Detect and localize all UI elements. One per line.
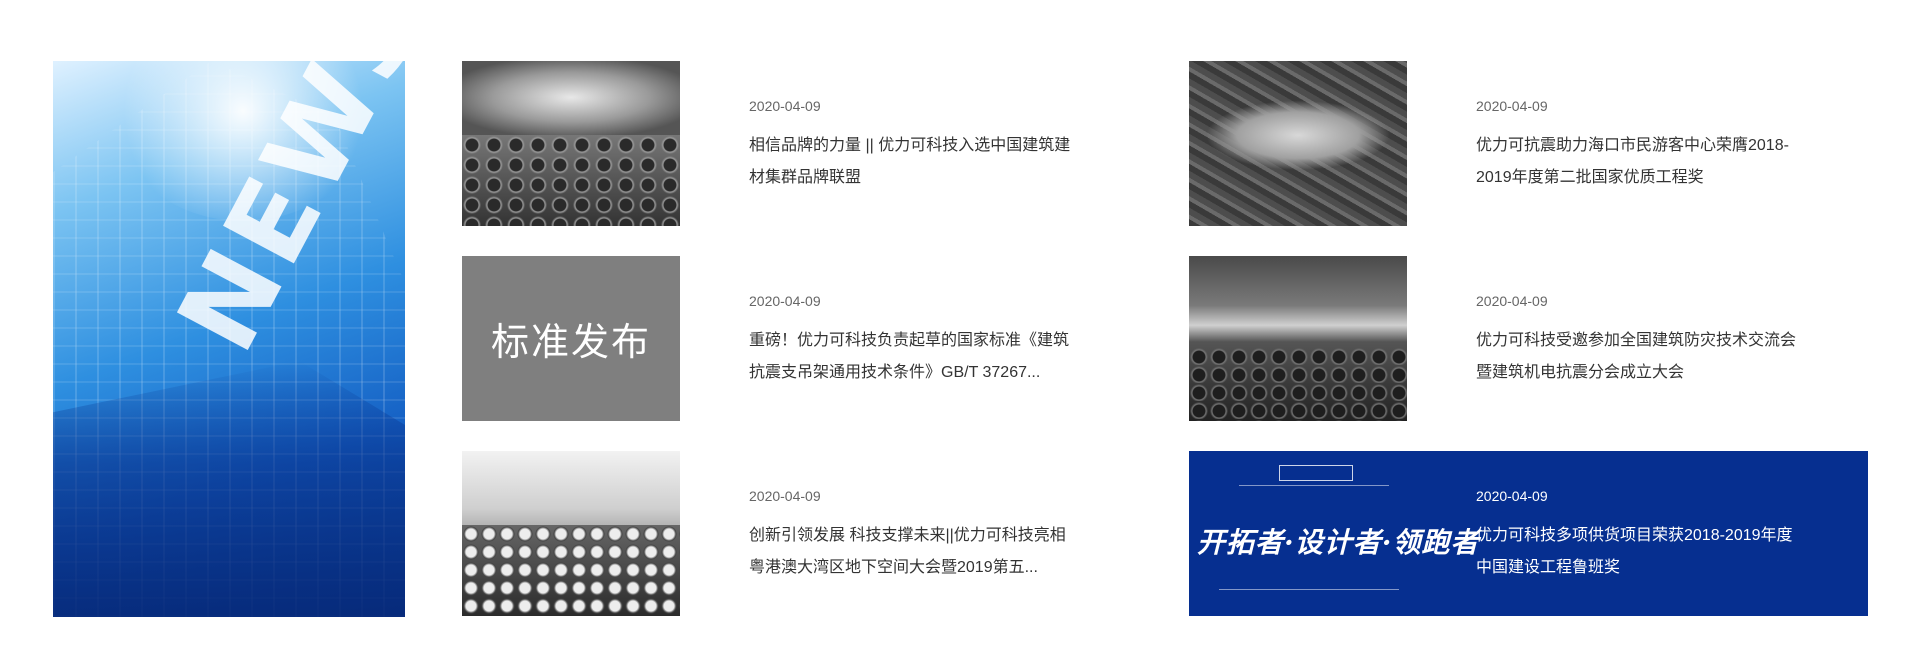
news-item[interactable]: 2020-04-09 创新引领发展 科技支撑未来||优力可科技亮相粤港澳大湾区地…	[749, 486, 1079, 584]
news-date: 2020-04-09	[749, 98, 821, 114]
banner-divider	[1239, 485, 1389, 486]
news-item[interactable]: 2020-04-09 相信品牌的力量 || 优力可科技入选中国建筑建材集群品牌联…	[749, 96, 1079, 194]
news-title-link[interactable]: 创新引领发展 科技支撑未来||优力可科技亮相粤港澳大湾区地下空间大会暨2019第…	[749, 520, 1079, 584]
news-title-link[interactable]: 相信品牌的力量 || 优力可科技入选中国建筑建材集群品牌联盟	[749, 130, 1079, 194]
news-item[interactable]: 2020-04-09 优力可抗震助力海口市民游客中心荣膺2018-2019年度第…	[1476, 96, 1806, 194]
banner-footer-line	[1219, 589, 1399, 598]
news-date: 2020-04-09	[1476, 98, 1548, 114]
news-date: 2020-04-09	[1476, 293, 1548, 309]
news-thumbnail-conference[interactable]	[462, 61, 680, 226]
news-date: 2020-04-09	[749, 488, 821, 504]
news-item[interactable]: 2020-04-09 优力可科技受邀参加全国建筑防灾技术交流会暨建筑机电抗震分会…	[1476, 291, 1806, 389]
tile-text: 标准发布	[490, 320, 651, 364]
news-hero-image: NEWS	[53, 61, 405, 617]
news-item[interactable]: 2020-04-09 重磅！优力可科技负责起草的国家标准《建筑抗震支吊架通用技术…	[749, 291, 1079, 389]
banner-slogan: 开拓者·设计者·领跑者	[1197, 526, 1480, 559]
news-title-link[interactable]: 优力可科技受邀参加全国建筑防灾技术交流会暨建筑机电抗震分会成立大会	[1476, 325, 1806, 389]
news-title-link[interactable]: 优力可科技多项供货项目荣获2018-2019年度中国建设工程鲁班奖	[1476, 520, 1806, 584]
news-date: 2020-04-09	[749, 293, 821, 309]
news-item[interactable]: 2020-04-09 优力可科技多项供货项目荣获2018-2019年度中国建设工…	[1476, 486, 1806, 584]
news-thumbnail-hall[interactable]	[462, 451, 680, 616]
news-thumbnail-standard[interactable]: 标准发布	[462, 256, 680, 421]
news-thumbnail-aerial[interactable]	[1189, 61, 1407, 226]
brand-logo	[1279, 465, 1353, 481]
featured-news-item[interactable]: 开拓者·设计者·领跑者 2020-04-09 优力可科技多项供货项目荣获2018…	[1189, 451, 1868, 616]
news-title-link[interactable]: 优力可抗震助力海口市民游客中心荣膺2018-2019年度第二批国家优质工程奖	[1476, 130, 1806, 194]
news-thumbnail-forum[interactable]	[1189, 256, 1407, 421]
news-date: 2020-04-09	[1476, 488, 1548, 504]
news-title-link[interactable]: 重磅！优力可科技负责起草的国家标准《建筑抗震支吊架通用技术条件》GB/T 372…	[749, 325, 1079, 389]
